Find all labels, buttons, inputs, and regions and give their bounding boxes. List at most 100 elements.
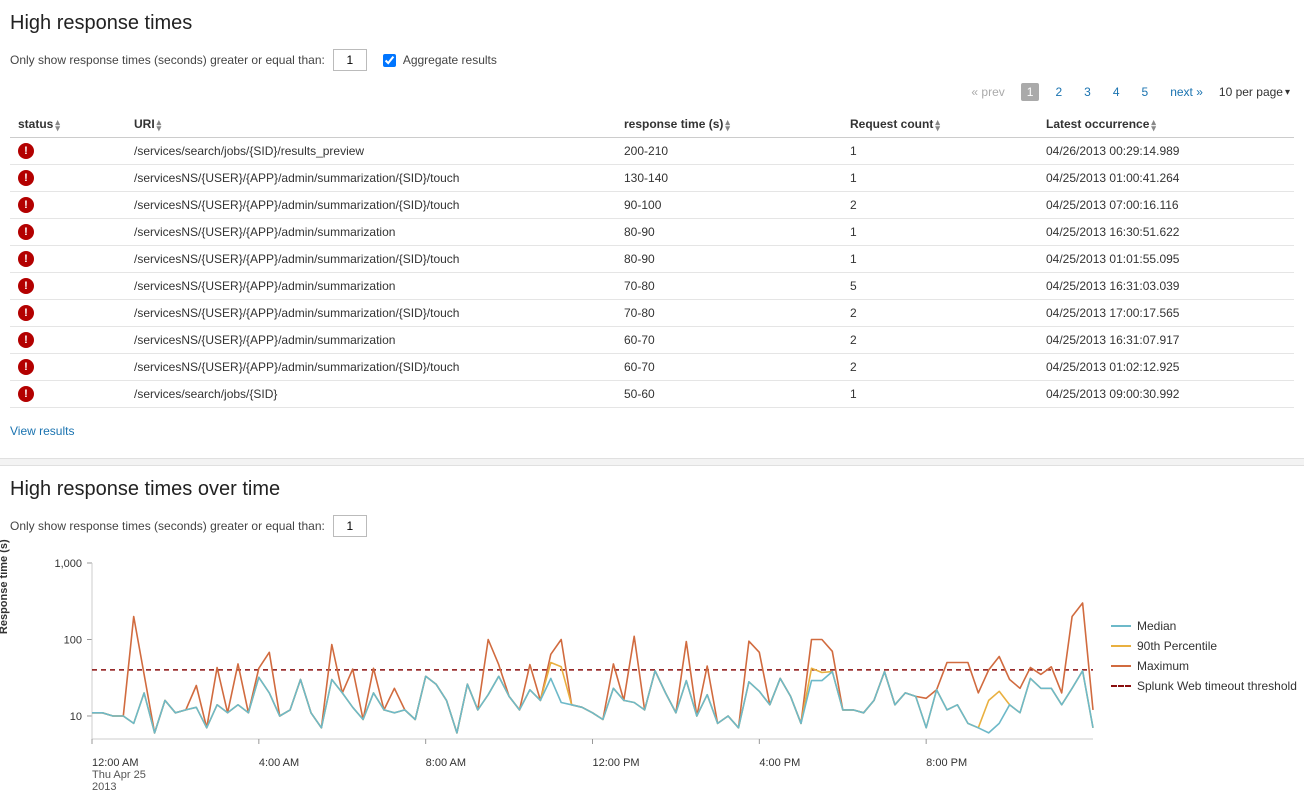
col-request-count[interactable]: Request count▴▾ [842, 111, 1038, 138]
cell-request-count: 2 [842, 354, 1038, 381]
cell-response-time: 50-60 [616, 381, 842, 408]
table-row[interactable]: !/servicesNS/{USER}/{APP}/admin/summariz… [10, 300, 1294, 327]
legend-line-icon [1111, 685, 1131, 687]
cell-uri: /services/search/jobs/{SID} [126, 381, 616, 408]
legend-max: Maximum [1111, 659, 1297, 673]
sort-icon: ▴▾ [55, 119, 60, 131]
pager-page-1[interactable]: 1 [1021, 83, 1040, 101]
panel1-title: High response times [10, 12, 1294, 35]
svg-text:1,000: 1,000 [54, 558, 82, 570]
chart-x-axis: 12:00 AMThu Apr 2520134:00 AM8:00 AM12:0… [92, 757, 1092, 793]
cell-latest-occurrence: 04/25/2013 01:02:12.925 [1038, 354, 1294, 381]
cell-response-time: 60-70 [616, 354, 842, 381]
cell-uri: /servicesNS/{USER}/{APP}/admin/summariza… [126, 192, 616, 219]
legend-median: Median [1111, 619, 1297, 633]
cell-uri: /servicesNS/{USER}/{APP}/admin/summariza… [126, 327, 616, 354]
legend-p90: 90th Percentile [1111, 639, 1297, 653]
cell-latest-occurrence: 04/25/2013 01:01:55.095 [1038, 246, 1294, 273]
sort-icon: ▴▾ [935, 119, 940, 131]
chart-container: Response time (s) 101001,000 12:00 AMThu… [10, 545, 1294, 787]
table-header-row: status▴▾ URI▴▾ response time (s)▴▾ Reque… [10, 111, 1294, 138]
alert-icon: ! [18, 251, 34, 267]
cell-request-count: 1 [842, 165, 1038, 192]
cell-latest-occurrence: 04/25/2013 16:31:07.917 [1038, 327, 1294, 354]
table-row[interactable]: !/servicesNS/{USER}/{APP}/admin/summariz… [10, 192, 1294, 219]
col-uri[interactable]: URI▴▾ [126, 111, 616, 138]
svg-text:100: 100 [64, 634, 82, 646]
panel2-filter-label: Only show response times (seconds) great… [10, 519, 325, 533]
cell-latest-occurrence: 04/25/2013 17:00:17.565 [1038, 300, 1294, 327]
table-row[interactable]: !/servicesNS/{USER}/{APP}/admin/summariz… [10, 273, 1294, 300]
pager-prev[interactable]: « prev [965, 83, 1010, 101]
cell-request-count: 1 [842, 138, 1038, 165]
paginator: « prev 1 2 3 4 5 next » 10 per page ▾ [10, 79, 1294, 107]
alert-icon: ! [18, 305, 34, 321]
table-row[interactable]: ! /services/search/jobs/{SID}/results_pre… [10, 138, 1294, 165]
panel1-filter-row: Only show response times (seconds) great… [10, 49, 1294, 71]
pager-page-3[interactable]: 3 [1078, 83, 1097, 101]
cell-response-time: 80-90 [616, 246, 842, 273]
col-status[interactable]: status▴▾ [10, 111, 126, 138]
cell-uri: /servicesNS/{USER}/{APP}/admin/summariza… [126, 246, 616, 273]
table-row[interactable]: !/servicesNS/{USER}/{APP}/admin/summariz… [10, 219, 1294, 246]
table-row[interactable]: ! /servicesNS/{USER}/{APP}/admin/summariz… [10, 327, 1294, 354]
cell-request-count: 2 [842, 192, 1038, 219]
cell-response-time: 80-90 [616, 219, 842, 246]
x-tick-label: 4:00 PM [759, 757, 800, 769]
x-tick-label: 4:00 AM [259, 757, 299, 769]
cell-response-time: 130-140 [616, 165, 842, 192]
table-row[interactable]: !/services/search/jobs/{SID}50-60104/25/… [10, 381, 1294, 408]
x-tick-label: 12:00 PM [593, 757, 640, 769]
sort-icon: ▴▾ [157, 119, 162, 131]
per-page-dropdown[interactable]: 10 per page ▾ [1219, 85, 1290, 99]
panel1-filter-label: Only show response times (seconds) great… [10, 53, 325, 67]
alert-icon: ! [18, 143, 34, 159]
cell-uri: /servicesNS/{USER}/{APP}/admin/summariza… [126, 165, 616, 192]
response-time-chart: 101001,000 [10, 557, 1105, 757]
panel1-threshold-input[interactable] [333, 49, 367, 71]
chart-y-axis-label: Response time (s) [0, 539, 10, 634]
aggregate-checkbox[interactable] [383, 54, 396, 67]
pager-page-2[interactable]: 2 [1049, 83, 1068, 101]
cell-latest-occurrence: 04/25/2013 01:00:41.264 [1038, 165, 1294, 192]
cell-request-count: 2 [842, 300, 1038, 327]
pager-page-4[interactable]: 4 [1107, 83, 1126, 101]
chart-legend: Median 90th Percentile Maximum Splunk We… [1111, 557, 1297, 699]
cell-request-count: 1 [842, 219, 1038, 246]
legend-threshold: Splunk Web timeout threshold [1111, 679, 1297, 693]
cell-response-time: 90-100 [616, 192, 842, 219]
cell-response-time: 60-70 [616, 327, 842, 354]
cell-response-time: 200-210 [616, 138, 842, 165]
cell-latest-occurrence: 04/25/2013 16:30:51.622 [1038, 219, 1294, 246]
alert-icon: ! [18, 386, 34, 402]
cell-request-count: 5 [842, 273, 1038, 300]
alert-icon: ! [18, 359, 34, 375]
aggregate-toggle[interactable]: Aggregate results [379, 51, 497, 70]
pager-next[interactable]: next » [1164, 83, 1209, 101]
view-results-link[interactable]: View results [10, 424, 74, 438]
table-row[interactable]: !/servicesNS/{USER}/{APP}/admin/summariz… [10, 354, 1294, 381]
alert-icon: ! [18, 332, 34, 348]
cell-uri: /services/search/jobs/{SID}/results_prev… [126, 138, 616, 165]
table-row[interactable]: ! /servicesNS/{USER}/{APP}/admin/summariz… [10, 246, 1294, 273]
x-tick-label: 8:00 AM [426, 757, 466, 769]
alert-icon: ! [18, 278, 34, 294]
col-latest-occurrence[interactable]: Latest occurrence▴▾ [1038, 111, 1294, 138]
results-table: status▴▾ URI▴▾ response time (s)▴▾ Reque… [10, 111, 1294, 408]
cell-request-count: 2 [842, 327, 1038, 354]
cell-response-time: 70-80 [616, 273, 842, 300]
legend-line-icon [1111, 625, 1131, 627]
col-response-time[interactable]: response time (s)▴▾ [616, 111, 842, 138]
sort-icon: ▴▾ [1151, 119, 1156, 131]
high-response-times-over-time-panel: High response times over time Only show … [0, 466, 1304, 807]
panel2-threshold-input[interactable] [333, 515, 367, 537]
chart-frame: Response time (s) 101001,000 12:00 AMThu… [10, 557, 1105, 787]
pager-page-5[interactable]: 5 [1136, 83, 1155, 101]
cell-response-time: 70-80 [616, 300, 842, 327]
table-row[interactable]: !/servicesNS/{USER}/{APP}/admin/summariz… [10, 165, 1294, 192]
legend-line-icon [1111, 645, 1131, 647]
sort-icon: ▴▾ [725, 119, 730, 131]
cell-latest-occurrence: 04/25/2013 07:00:16.116 [1038, 192, 1294, 219]
panel-divider [0, 458, 1304, 466]
aggregate-label: Aggregate results [403, 53, 497, 67]
